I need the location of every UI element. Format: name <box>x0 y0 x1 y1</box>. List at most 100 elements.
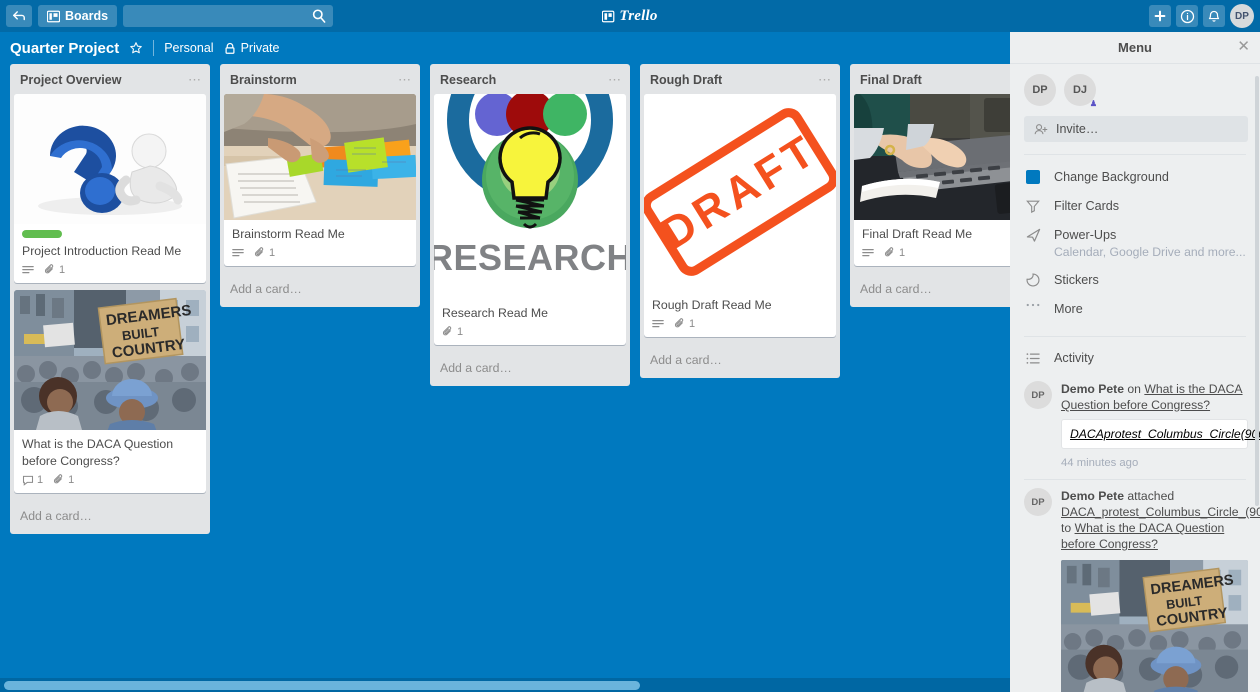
activity-action: on <box>1124 382 1145 396</box>
menu-item-label: Stickers <box>1054 273 1099 287</box>
sidebar-vertical-scrollbar[interactable] <box>1255 76 1259 506</box>
activity-avatar[interactable]: DP <box>1024 381 1052 409</box>
attachment-badge: 1 <box>254 247 275 259</box>
list-header: Brainstorm ⋯ <box>220 64 420 94</box>
invite-button[interactable]: Invite… <box>1024 116 1248 142</box>
sticker-icon <box>1024 272 1042 287</box>
menu-item-label: Power-Ups <box>1054 228 1117 242</box>
card-body: Brainstorm Read Me 1 <box>224 220 416 266</box>
card-label-green[interactable] <box>22 230 62 238</box>
add-card-button[interactable]: Add a card… <box>10 500 210 534</box>
invite-label: Invite… <box>1056 122 1099 136</box>
card-body: Project Introduction Read Me 1 <box>14 224 206 283</box>
board-horizontal-scrollbar[interactable] <box>0 678 1010 692</box>
board-visibility[interactable]: Private <box>224 41 279 55</box>
attachment-count: 1 <box>59 264 66 276</box>
member-avatar-dp[interactable]: DP <box>1024 74 1056 106</box>
bell-icon[interactable] <box>1203 5 1225 27</box>
filter-icon <box>1024 198 1042 213</box>
activity-text: Demo Pete attached DACA_protest_Columbus… <box>1061 488 1260 552</box>
list-menu-icon[interactable]: ⋯ <box>188 73 202 86</box>
trello-board-icon <box>602 10 615 23</box>
add-card-button[interactable]: Add a card… <box>430 352 630 386</box>
list-title[interactable]: Research <box>440 73 496 87</box>
list-title[interactable]: Project Overview <box>20 73 121 87</box>
back-arrow-icon[interactable] <box>6 5 32 27</box>
card-title: What is the DACA Question before Congres… <box>22 437 174 468</box>
boards-button[interactable]: Boards <box>38 5 118 27</box>
menu-item-filter-cards[interactable]: Filter Cards <box>1010 192 1260 221</box>
list-title[interactable]: Brainstorm <box>230 73 297 87</box>
list-title[interactable]: Rough Draft <box>650 73 722 87</box>
menu-item-label: Filter Cards <box>1054 199 1120 213</box>
user-avatar[interactable]: DP <box>1230 4 1254 28</box>
activity-author: Demo Pete <box>1061 489 1124 503</box>
activity-author: Demo Pete <box>1061 382 1124 396</box>
card-title: Research Read Me <box>442 306 548 320</box>
sidebar-header: Menu ✕ <box>1010 32 1260 64</box>
list-cards: RESEARCH Research Read Me 1 <box>430 94 630 345</box>
attachment-count: 1 <box>899 247 906 259</box>
list-menu-icon[interactable]: ⋯ <box>818 73 832 86</box>
activity-entry: DP Demo Pete on What is the DACA Questio… <box>1010 373 1260 477</box>
add-card-button[interactable]: Add a card… <box>640 344 840 378</box>
card-badges: 1 <box>232 247 408 259</box>
description-icon <box>22 265 34 276</box>
member-avatar-dj[interactable]: DJ ♟ <box>1064 74 1097 108</box>
comment-count: 1 <box>37 474 44 486</box>
star-icon[interactable] <box>129 41 143 55</box>
close-icon[interactable]: ✕ <box>1237 39 1250 55</box>
activity-card-link[interactable]: What is the DACA Question before Congres… <box>1061 521 1224 551</box>
menu-item-more[interactable]: More <box>1010 295 1260 324</box>
card-project-introduction[interactable]: Project Introduction Read Me 1 <box>14 94 206 283</box>
activity-body: Demo Pete on What is the DACA Question b… <box>1061 381 1260 469</box>
top-bar-actions: DP <box>1149 4 1254 28</box>
sidebar-title: Menu <box>1118 40 1152 55</box>
info-icon[interactable] <box>1176 5 1198 27</box>
list-cards: Brainstorm Read Me 1 <box>220 94 420 266</box>
activity-comment[interactable]: DACAprotest_Columbus_Circle(90008).jpg <box>1061 419 1260 449</box>
description-icon <box>862 248 874 259</box>
search-input[interactable] <box>123 5 334 27</box>
attachment-badge: 1 <box>674 318 695 330</box>
menu-item-change-background[interactable]: Change Background <box>1010 163 1260 192</box>
card-research-read-me[interactable]: RESEARCH Research Read Me 1 <box>434 94 626 345</box>
header-divider <box>153 40 155 56</box>
attachment-badge: 1 <box>44 264 65 276</box>
card-brainstorm-read-me[interactable]: Brainstorm Read Me 1 <box>224 94 416 266</box>
activity-label: Activity <box>1054 351 1094 365</box>
board-title[interactable]: Quarter Project <box>10 40 119 57</box>
rocket-icon <box>1024 227 1042 243</box>
card-daca-question[interactable]: DREAMERS BUILT COUNTRY What is the DACA … <box>14 290 206 493</box>
member-initials: DJ <box>1072 84 1088 96</box>
activity-avatar[interactable]: DP <box>1024 488 1052 516</box>
card-rough-draft-read-me[interactable]: DRAFT Rough Draft Read Me 1 <box>644 94 836 337</box>
list-research: Research ⋯ RESEARCH Research Read Me 1 A… <box>430 64 630 386</box>
question-mark-figure-image <box>14 94 206 224</box>
add-card-button[interactable]: Add a card… <box>220 273 420 307</box>
scrollbar-thumb[interactable] <box>4 681 640 690</box>
plus-icon[interactable] <box>1149 5 1171 27</box>
daca-protest-crowd-image[interactable]: DREAMERS BUILT COUNTRY <box>1061 560 1248 692</box>
list-brainstorm: Brainstorm ⋯ Brainstorm Read Me 1 Add a … <box>220 64 420 307</box>
attachment-count: 1 <box>68 474 75 486</box>
search-box[interactable] <box>123 5 334 27</box>
card-badges: 1 <box>442 326 618 338</box>
menu-item-stickers[interactable]: Stickers <box>1010 266 1260 295</box>
sidebar-divider <box>1024 154 1246 155</box>
search-icon[interactable] <box>311 8 327 24</box>
list-menu-icon[interactable]: ⋯ <box>398 73 412 86</box>
list-menu-icon[interactable]: ⋯ <box>608 73 622 86</box>
menu-item-power-ups[interactable]: Power-Ups Calendar, Google Drive and mor… <box>1010 221 1260 266</box>
activity-section-header: Activity <box>1010 345 1260 373</box>
card-title: Project Introduction Read Me <box>22 244 182 258</box>
activity-attachment-link[interactable]: DACA_protest_Columbus_Circle_(90008).jpg <box>1061 505 1260 519</box>
list-header: Project Overview ⋯ <box>10 64 210 94</box>
boards-icon <box>47 10 60 23</box>
svg-text:RESEARCH: RESEARCH <box>434 237 626 278</box>
organization-name[interactable]: Personal <box>164 41 213 55</box>
card-title: Brainstorm Read Me <box>232 227 345 241</box>
list-title[interactable]: Final Draft <box>860 73 922 87</box>
board-members: DP DJ ♟ <box>1010 64 1260 114</box>
list-cards: DRAFT Rough Draft Read Me 1 <box>640 94 840 337</box>
